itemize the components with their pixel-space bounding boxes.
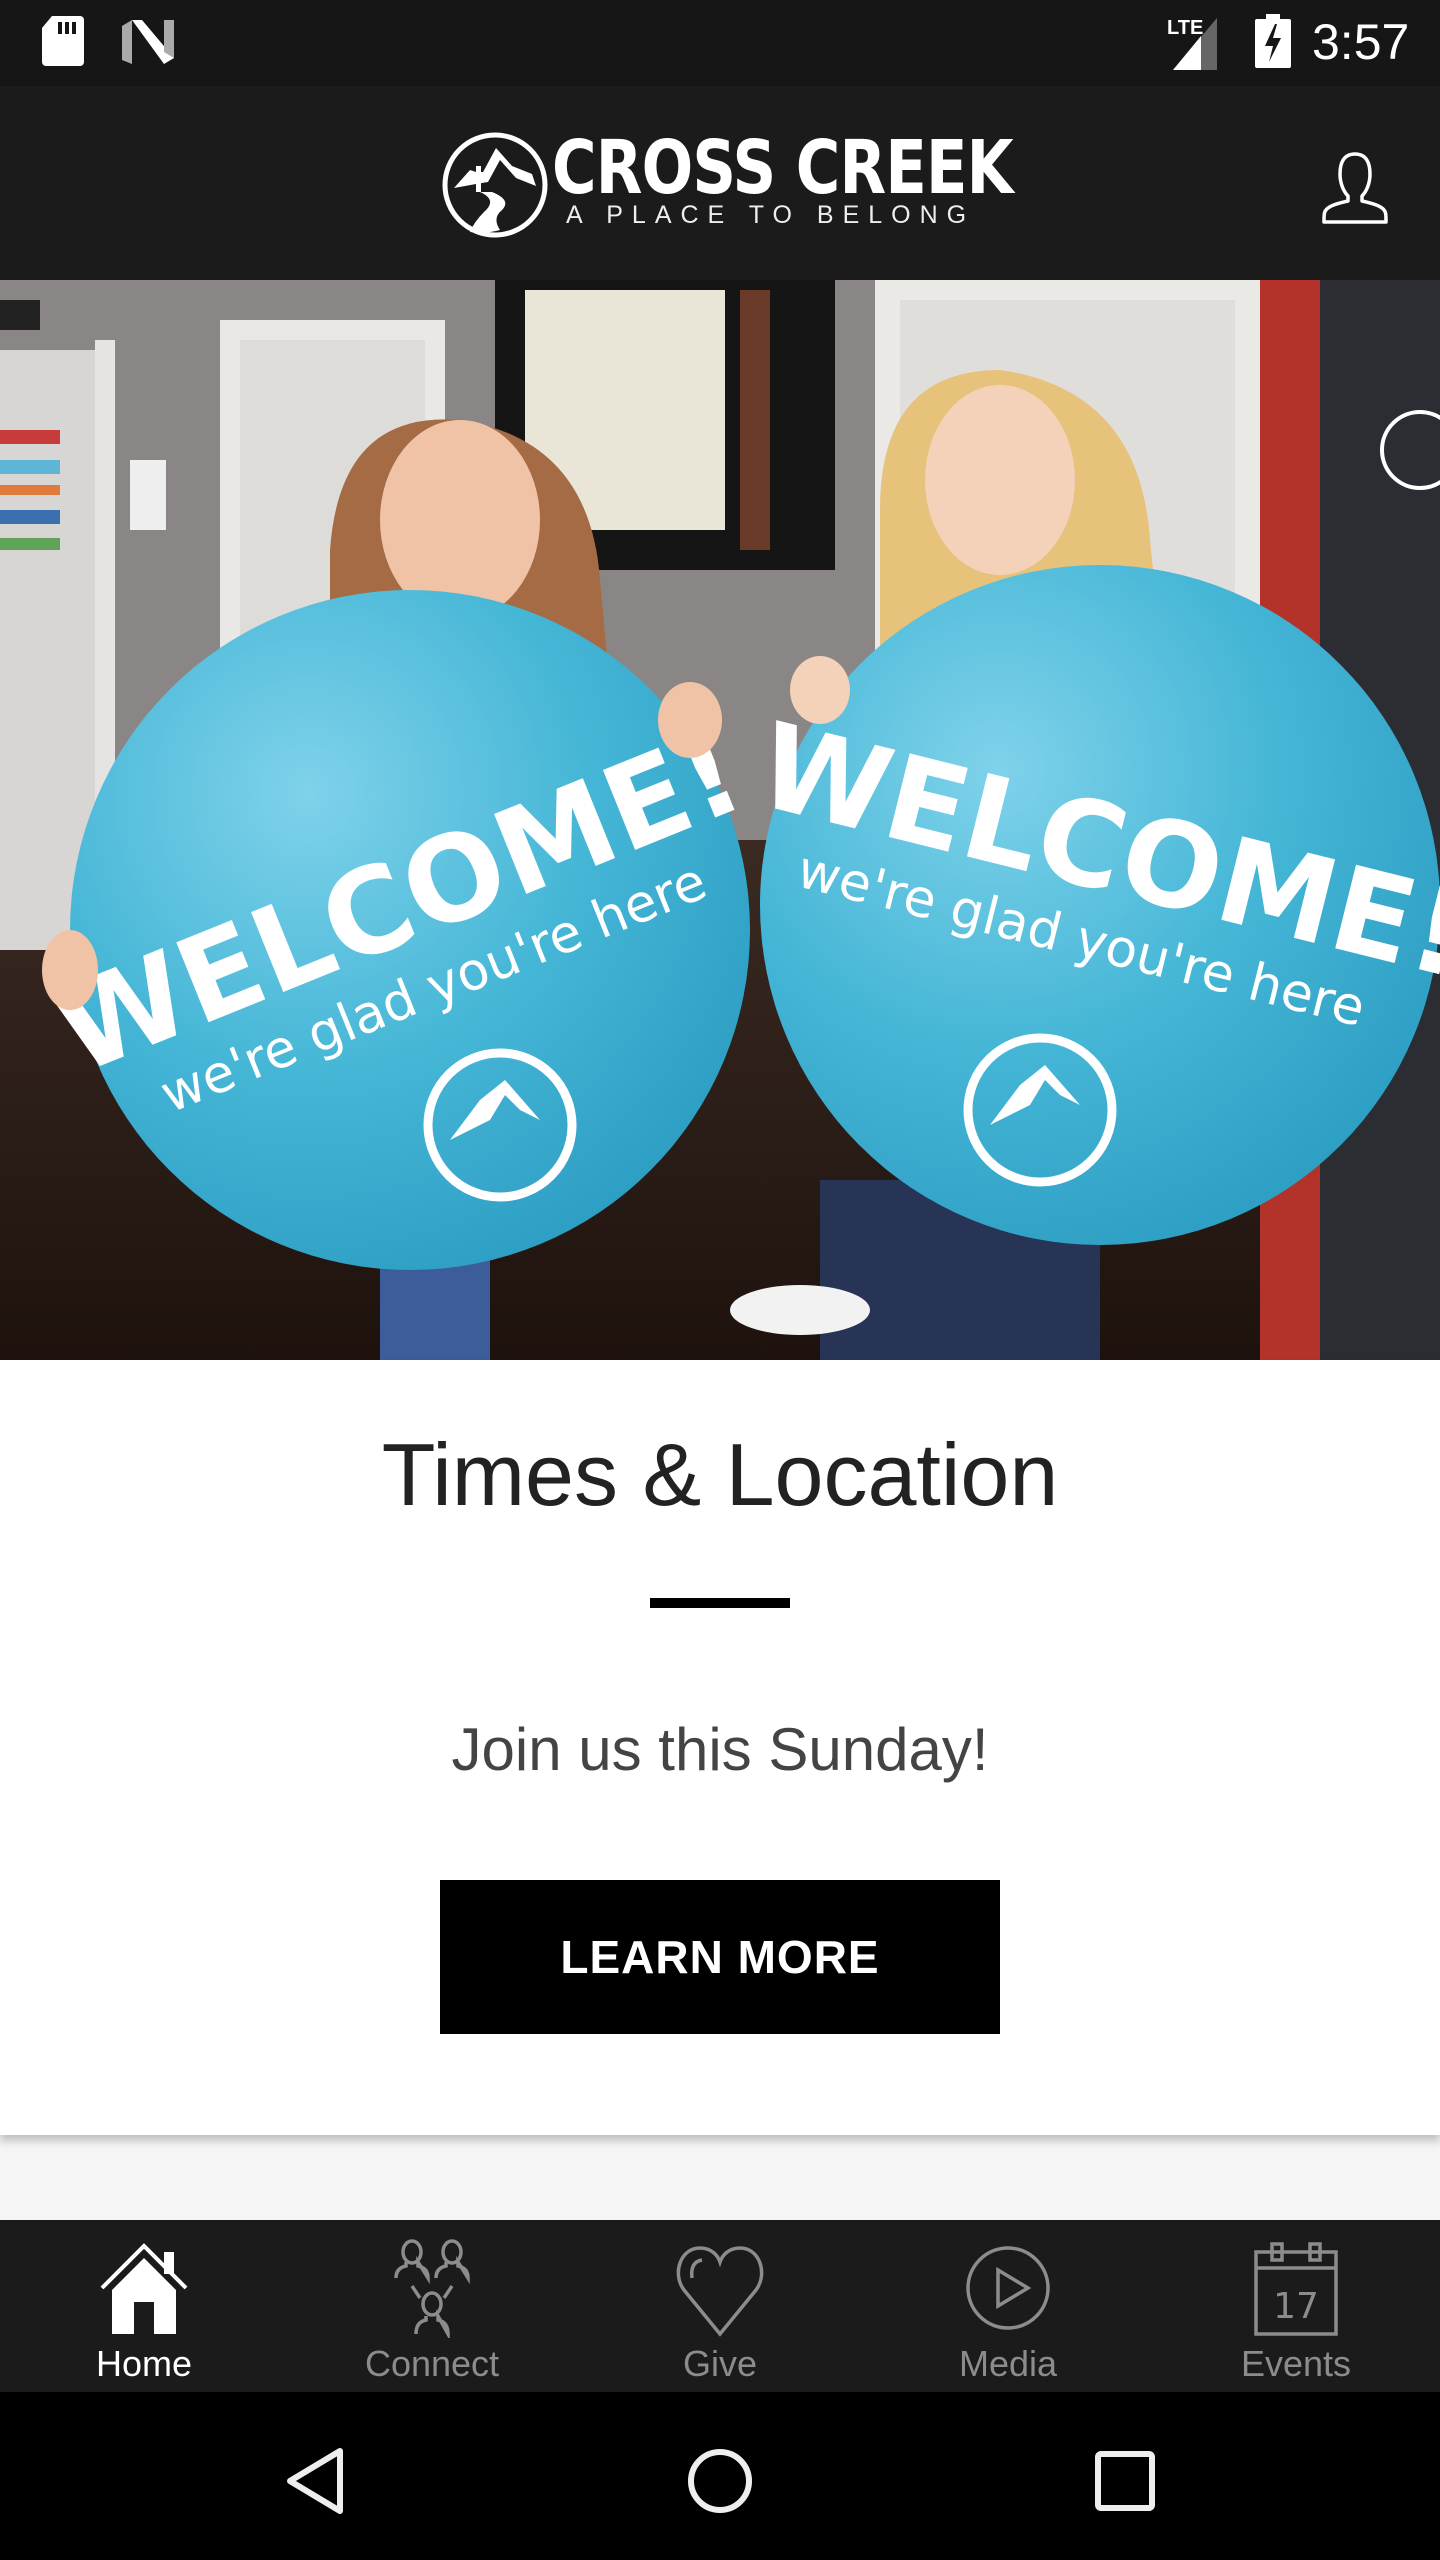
brand-tagline: A PLACE TO BELONG <box>566 201 976 229</box>
tab-events[interactable]: 17 Events <box>1152 2220 1440 2392</box>
hero-image: WELCOME! we're glad you're here WELCOME!… <box>0 280 1440 1360</box>
learn-more-button[interactable]: LEARN MORE <box>440 1880 1000 2034</box>
user-profile-icon[interactable] <box>1310 144 1400 234</box>
system-nav-bar <box>0 2392 1440 2560</box>
welcome-photo: WELCOME! we're glad you're here WELCOME!… <box>0 280 1440 1360</box>
n-notification-icon <box>122 20 174 64</box>
home-icon <box>100 2243 188 2334</box>
people-group-icon <box>394 2239 470 2338</box>
mountain-cross-logo-icon <box>442 132 548 238</box>
status-time: 3:57 <box>1312 14 1410 70</box>
tab-media[interactable]: Media <box>864 2220 1152 2392</box>
times-location-card: Times & Location Join us this Sunday! LE… <box>0 1360 1440 2135</box>
title-divider <box>650 1598 790 1608</box>
tab-label: Media <box>958 2343 1058 2384</box>
play-circle-icon <box>966 2246 1050 2330</box>
brand-name: CROSS CREEK <box>552 125 1014 211</box>
battery-charging-icon <box>1255 14 1291 68</box>
calendar-icon: 17 <box>1254 2242 1338 2336</box>
status-bar: LTE 3:57 <box>0 0 1440 86</box>
card-title: Times & Location <box>381 1425 1059 1524</box>
tab-label: Home <box>95 2343 193 2384</box>
tab-give[interactable]: Give <box>576 2220 864 2392</box>
svg-text:LTE: LTE <box>1167 17 1203 39</box>
tab-label: Give <box>682 2343 758 2384</box>
sd-card-icon <box>42 16 84 66</box>
back-triangle-icon[interactable] <box>270 2436 360 2526</box>
heart-icon <box>676 2246 764 2337</box>
lte-signal-icon: LTE <box>1165 14 1225 70</box>
svg-text:17: 17 <box>1273 2286 1319 2327</box>
home-circle-icon[interactable] <box>675 2436 765 2526</box>
tab-home[interactable]: Home <box>0 2220 288 2392</box>
app-header: CROSS CREEK A PLACE TO BELONG <box>0 86 1440 280</box>
recents-square-icon[interactable] <box>1080 2436 1170 2526</box>
tab-label: Connect <box>364 2343 500 2384</box>
bottom-tab-bar: Home Connect Give Media 17 Events <box>0 2220 1440 2392</box>
card-subtitle: Join us this Sunday! <box>451 1716 989 1783</box>
tab-connect[interactable]: Connect <box>288 2220 576 2392</box>
cross-creek-logo[interactable]: CROSS CREEK A PLACE TO BELONG <box>440 128 1014 240</box>
tab-label: Events <box>1240 2343 1352 2384</box>
